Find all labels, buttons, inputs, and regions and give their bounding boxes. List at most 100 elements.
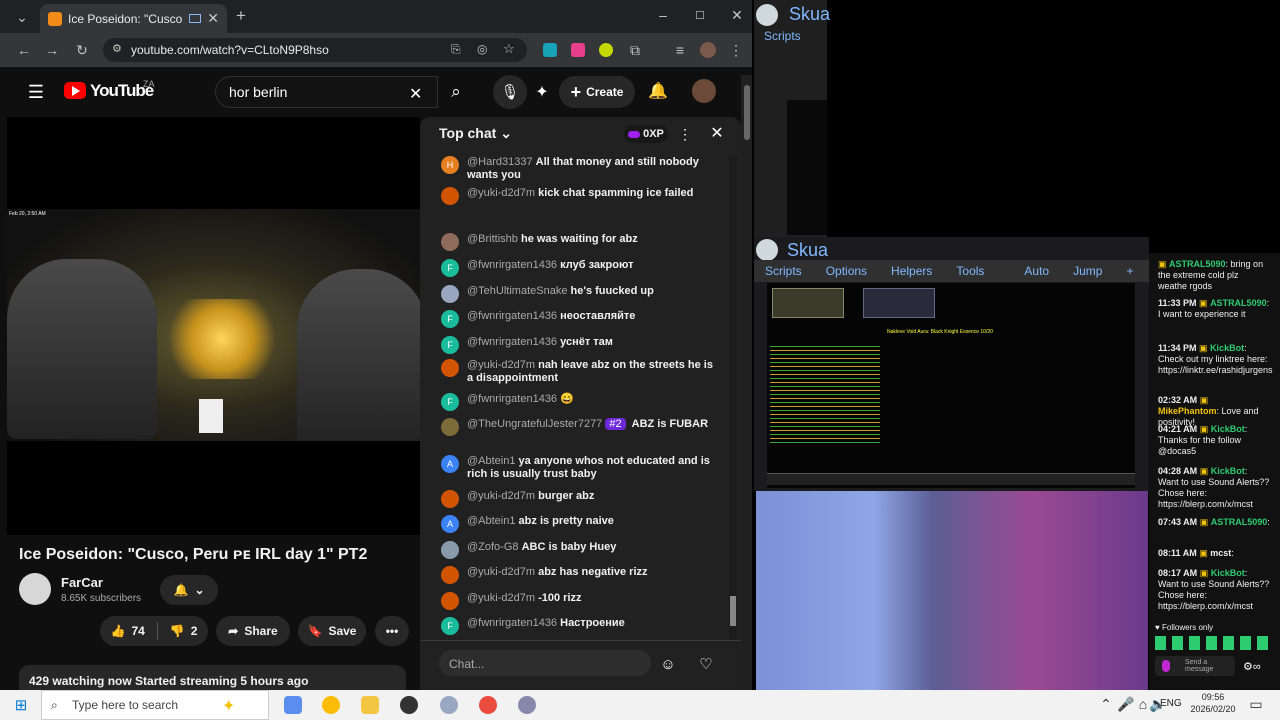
chat-author-avatar[interactable]: F [441,259,459,277]
profile-avatar[interactable] [700,42,716,58]
channel-avatar[interactable] [19,573,51,605]
chat-message[interactable]: @yuki-d2d7m -100 rizz [441,592,723,610]
chat-message[interactable]: @yuki-d2d7m abz has negative rizz [441,566,723,584]
twitch-message[interactable]: 11:33 PM ▣ ASTRAL5090: I want to experie… [1158,298,1270,320]
maximize-icon[interactable]: ☐ [692,7,708,23]
minimize-icon[interactable]: – [655,7,671,23]
skua-menu-scripts[interactable]: Scripts [765,264,802,278]
page-scroll-thumb[interactable] [744,85,750,140]
chrome-taskbar-icon[interactable] [322,696,340,714]
twitch-username[interactable]: mcst [1210,548,1231,558]
eye-off-icon[interactable]: ◎ [477,42,487,56]
twitch-message[interactable]: 11:34 PM ▣ KickBot: Check out my linktre… [1158,343,1273,376]
skua-menu-tools[interactable]: Tools [956,264,984,278]
hamburger-menu-icon[interactable]: ☰ [26,82,46,102]
chat-author-avatar[interactable] [441,418,459,436]
watching-status[interactable]: 429 watching now Started streaming 5 hou… [19,665,406,690]
emoji-icon[interactable]: ☺ [659,655,677,673]
network-icon[interactable]: ⌂ [1137,696,1149,712]
chrome-menu-icon[interactable]: ⋮ [729,42,743,58]
twitch-message[interactable]: 07:43 AM ▣ ASTRAL5090: [1158,517,1270,528]
mic-tray-icon[interactable]: 🎤 [1117,696,1134,712]
chat-author[interactable]: @fwnrirgaten1436 [467,617,557,629]
chat-author[interactable]: @Abtein1 [467,515,515,527]
reload-icon[interactable]: ↻ [74,42,90,58]
chat-author-avatar[interactable] [441,359,459,377]
page-scrollbar[interactable] [741,75,752,690]
skua-menu-auto[interactable]: Auto [1024,264,1049,278]
chat-input[interactable]: Chat... [439,650,651,676]
taskbar-search-input[interactable]: ⌕ Type here to search ✦ [41,690,269,720]
extensions-puzzle-icon[interactable]: ⧉ [627,42,643,58]
chat-author[interactable]: @Hard31337 [467,156,533,168]
chat-author[interactable]: @yuki-d2d7m [467,359,535,371]
notifications-bell-icon[interactable]: 🔔 [648,81,668,101]
chat-message[interactable]: F @fwnrirgaten1436 Настроение [441,617,723,635]
heart-icon[interactable]: ♡ [697,655,715,673]
chat-message[interactable]: @yuki-d2d7m kick chat spamming ice faile… [441,187,723,205]
extension-3-icon[interactable] [599,43,613,57]
channel-name[interactable]: FarCar [61,575,103,590]
media-controls-icon[interactable]: ≡ [672,42,688,58]
bookmark-star-icon[interactable]: ☆ [503,41,515,57]
chat-message[interactable]: @Zofo-G8 ABC is baby Huey [441,541,723,559]
account-avatar[interactable] [692,79,716,103]
app-icon[interactable] [440,696,458,714]
clear-search-icon[interactable]: ✕ [409,84,422,104]
chat-message[interactable]: H @Hard31337 All that money and still nob… [441,156,723,182]
obs-icon[interactable] [400,696,418,714]
chat-author[interactable]: @Zofo-G8 [467,541,519,553]
chat-message[interactable]: @yuki-d2d7m burger abz [441,490,723,508]
twitch-username[interactable]: MikePhantom [1158,406,1217,416]
share-button[interactable]: ➦ Share [216,616,290,646]
search-icon[interactable]: ⌕ [438,76,474,108]
chat-author[interactable]: @yuki-d2d7m [467,592,535,604]
video-frame[interactable] [7,209,420,441]
chat-message[interactable]: F @fwnrirgaten1436 неоставляйте [441,310,723,328]
twitch-message[interactable]: ▣ ASTRAL5090: bring on the extreme cold … [1158,259,1270,292]
copilot-icon[interactable] [284,696,302,714]
skua-menu-options[interactable]: Options [826,264,867,278]
chat-author-avatar[interactable] [441,566,459,584]
twitch-message[interactable]: 04:28 AM ▣ KickBot: Want to use Sound Al… [1158,466,1270,510]
file-explorer-icon[interactable] [361,696,379,714]
browser-tab[interactable]: Ice Poseidon: "Cusco, Peru ✕ [40,4,227,33]
chat-message[interactable]: F @fwnrirgaten1436 клуб закроют [441,259,723,277]
tray-chevron-icon[interactable]: ⌃ [1100,696,1112,712]
chat-author[interactable]: @yuki-d2d7m [467,566,535,578]
like-icon[interactable]: 👍 [111,624,126,638]
twitch-username[interactable]: KickBot [1211,424,1245,434]
chat-author-avatar[interactable] [441,541,459,559]
chat-author-avatar[interactable]: A [441,515,459,533]
twitch-message[interactable]: 04:21 AM ▣ KickBot: Thanks for the follo… [1158,424,1270,457]
back-icon[interactable]: ← [16,42,32,58]
install-icon[interactable]: ⎘ [451,42,461,57]
twitch-message[interactable]: 08:11 AM ▣ mcst: [1158,548,1270,559]
chat-author[interactable]: @fwnrirgaten1436 [467,259,557,271]
chat-message[interactable]: @TheUngratefulJester7277 #2 ABZ is FUBAR [441,418,723,436]
chat-scroll-thumb[interactable] [730,596,736,626]
settings-icon[interactable]: ⚙∞ [1243,660,1261,673]
chrome-active-icon[interactable] [479,696,497,714]
skua-menu-helpers[interactable]: Helpers [891,264,932,278]
chat-author[interactable]: @fwnrirgaten1436 [467,393,557,405]
chat-author-avatar[interactable] [441,285,459,303]
clock[interactable]: 09:56 2026/02/20 [1188,691,1238,715]
new-tab-icon[interactable]: + [233,6,249,25]
chat-message[interactable]: F @fwnrirgaten1436 уснёт там [441,336,723,354]
dislike-count[interactable]: 2 [191,624,198,638]
skua-menu-add[interactable]: + [1126,264,1133,278]
subscribe-bell-button[interactable]: 🔔 ⌄ [160,575,218,605]
tab-close-icon[interactable]: ✕ [207,10,219,27]
twitch-username[interactable]: ASTRAL5090 [1210,298,1267,308]
chat-author-avatar[interactable]: F [441,310,459,328]
voice-search-mic-icon[interactable]: 🎙 [493,75,527,109]
twitch-username[interactable]: KickBot [1211,568,1245,578]
game-viewport[interactable]: Nakleve Void Aura: Black Knight Essence … [767,283,1135,488]
twitch-message[interactable]: 08:17 AM ▣ KickBot: Want to use Sound Al… [1158,568,1270,612]
extension-2-icon[interactable] [571,43,585,57]
top-chat-dropdown[interactable]: Top chat ⌄ [439,125,512,142]
youtube-logo-icon[interactable] [64,82,86,99]
chat-author-avatar[interactable]: F [441,393,459,411]
notification-center-icon[interactable]: ▭ [1248,696,1264,712]
